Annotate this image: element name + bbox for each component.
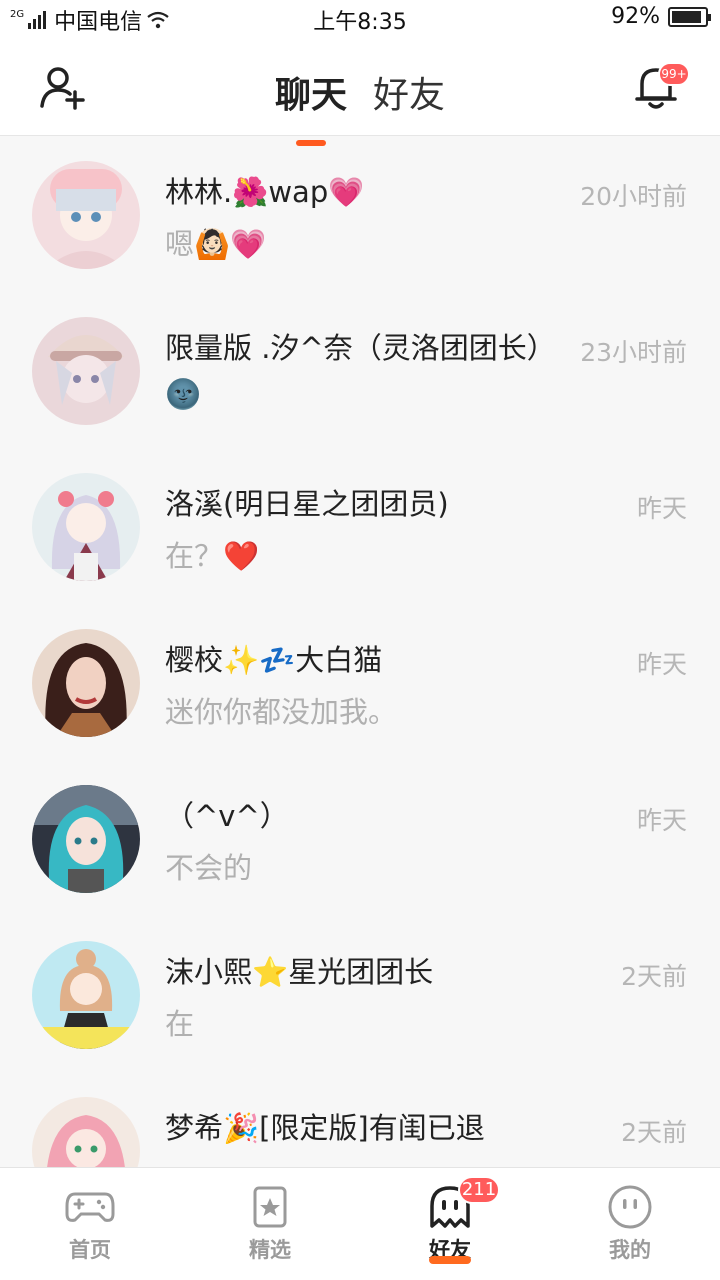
chat-name: 林林.🌺wap💗	[165, 175, 365, 209]
tab-friends[interactable]: 好友	[373, 66, 445, 118]
battery-fill	[672, 10, 702, 23]
avatar-image	[32, 785, 140, 893]
avatar[interactable]	[32, 941, 140, 1049]
face-icon	[608, 1185, 652, 1229]
chat-time: 2天前	[621, 1118, 687, 1147]
status-right: 92%	[611, 4, 711, 29]
avatar-image	[32, 629, 140, 737]
star-card-icon	[253, 1186, 287, 1228]
chat-name: 梦希🎉[限定版]有闺已退	[165, 1111, 485, 1145]
tab-chat[interactable]: 聊天	[274, 66, 347, 146]
nav-friends[interactable]: 好友	[360, 1168, 540, 1280]
nav-featured-label: 精选	[249, 1238, 291, 1262]
chat-item[interactable]: 洛溪(明日星之团团员) 昨天 在？❤️	[0, 449, 720, 605]
gamepad-icon	[65, 1192, 115, 1222]
chat-name: 沫小熙⭐星光团团长	[165, 955, 434, 989]
chat-item[interactable]: 樱校✨💤大白猫 昨天 迷你你都没加我。	[0, 605, 720, 761]
avatar-image	[32, 161, 140, 269]
battery-percent: 92%	[611, 4, 660, 29]
chat-preview: 在	[165, 1007, 195, 1041]
nav-home[interactable]: 首页	[0, 1168, 180, 1280]
avatar[interactable]	[32, 473, 140, 581]
avatar[interactable]	[32, 629, 140, 737]
avatar-image	[32, 317, 140, 425]
chat-item[interactable]: 梦希🎉[限定版]有闺已退 2天前	[0, 1073, 720, 1167]
nav-active-indicator	[429, 1256, 471, 1264]
tab-chat-label: 聊天	[274, 75, 347, 116]
chat-preview: 在？❤️	[165, 539, 260, 573]
friends-badge: 211	[458, 1176, 500, 1204]
notification-badge: 99+	[658, 62, 690, 86]
chat-time: 昨天	[636, 650, 687, 679]
nav-home-label: 首页	[69, 1238, 111, 1262]
chat-list: 林林.🌺wap💗 20小时前 嗯🙆🏻💗 限量版 .汐^奈（灵洛团团长） 23小时…	[0, 137, 720, 1167]
nav-me[interactable]: 我的	[540, 1168, 720, 1280]
avatar[interactable]	[32, 1097, 140, 1167]
header-tabs: 聊天 好友	[0, 66, 720, 146]
chat-preview: 不会的	[165, 851, 253, 885]
nav-me-label: 我的	[609, 1238, 651, 1262]
avatar[interactable]	[32, 785, 140, 893]
status-bar: 2G 中国电信 上午8:35 92%	[0, 0, 720, 36]
chat-time: 2天前	[621, 962, 687, 991]
chat-preview: 🌚	[165, 377, 202, 411]
avatar[interactable]	[32, 161, 140, 269]
chat-preview: 迷你你都没加我。	[165, 695, 398, 729]
chat-item[interactable]: （^v^） 昨天 不会的	[0, 761, 720, 917]
avatar-image	[32, 473, 140, 581]
chat-time: 昨天	[636, 806, 687, 835]
avatar-image	[32, 1097, 140, 1167]
battery-icon	[668, 6, 711, 27]
chat-time: 20小时前	[580, 182, 687, 211]
chat-preview: 嗯🙆🏻💗	[165, 227, 267, 261]
chat-item[interactable]: 沫小熙⭐星光团团长 2天前 在	[0, 917, 720, 1073]
avatar-image	[32, 941, 140, 1049]
header: 聊天 好友	[0, 36, 720, 146]
chat-item[interactable]: 林林.🌺wap💗 20小时前 嗯🙆🏻💗	[0, 137, 720, 293]
chat-time: 昨天	[636, 494, 687, 523]
chat-name: 樱校✨💤大白猫	[165, 643, 383, 677]
chat-name: 洛溪(明日星之团团员)	[165, 487, 449, 521]
avatar[interactable]	[32, 317, 140, 425]
chat-name: （^v^）	[165, 799, 289, 833]
chat-time: 23小时前	[580, 338, 687, 367]
chat-name: 限量版 .汐^奈（灵洛团团长）	[165, 331, 556, 365]
nav-featured[interactable]: 精选	[180, 1168, 360, 1280]
tab-friends-label: 好友	[373, 75, 446, 116]
chat-item[interactable]: 限量版 .汐^奈（灵洛团团长） 23小时前 🌚	[0, 293, 720, 449]
bottom-nav: 首页 精选 好友 我的	[0, 1167, 720, 1280]
